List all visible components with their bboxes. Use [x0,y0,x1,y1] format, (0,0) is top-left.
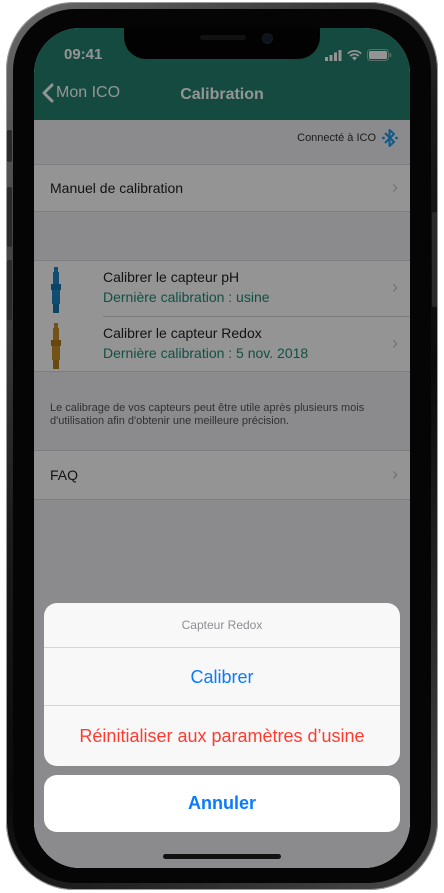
home-indicator[interactable] [163,854,281,859]
action-sheet: Capteur Redox Calibrer Réinitialiser aux… [44,603,400,766]
silent-switch [7,130,12,162]
calibrate-button[interactable]: Calibrer [44,648,400,706]
action-sheet-title: Capteur Redox [44,603,400,648]
side-button [432,212,437,307]
screen: 09:41 Mon ICO Calibration Connecté à ICO… [34,28,410,868]
volume-down-button [7,260,12,320]
cancel-button[interactable]: Annuler [44,775,400,832]
volume-up-button [7,187,12,247]
reset-factory-button[interactable]: Réinitialiser aux paramètres d’usine [44,706,400,766]
